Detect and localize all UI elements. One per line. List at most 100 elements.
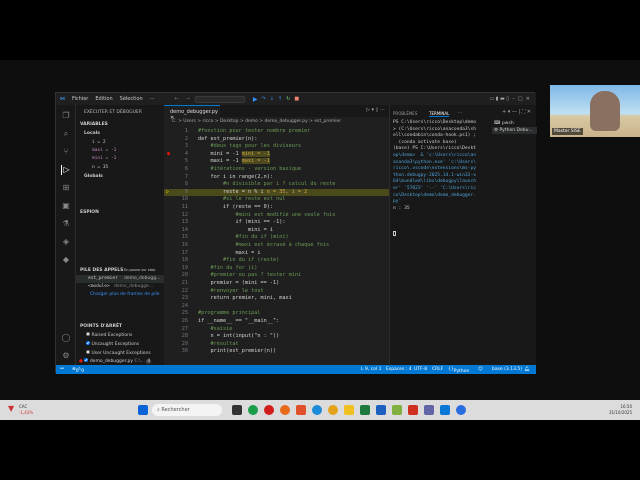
remote-icon[interactable]: ⚯: [60, 367, 64, 372]
eol[interactable]: CRLF: [432, 367, 443, 372]
terminal-item-pwsh[interactable]: ⌨ pwsh: [492, 120, 537, 127]
callstack-frame-selected[interactable]: est_premier demo_debugg...: [76, 275, 164, 283]
code-line[interactable]: 23 return premier, mini, maxi: [164, 295, 389, 303]
tab-problems[interactable]: PROBLÈMES: [393, 111, 417, 116]
encoding[interactable]: UTF-8: [414, 367, 427, 372]
menu-edition[interactable]: Edition: [95, 96, 112, 102]
code-line[interactable]: 18 #fin du if (reste): [164, 257, 389, 265]
code-line[interactable]: 17 maxi = i: [164, 250, 389, 258]
stock-widget-icon[interactable]: ▼: [8, 404, 14, 413]
watch-header[interactable]: ESPION: [80, 210, 99, 215]
copilot-icon[interactable]: ☺: [478, 367, 483, 372]
vscode-taskbar-icon[interactable]: [440, 405, 450, 415]
variable-i[interactable]: i = 2: [92, 140, 106, 145]
breakpoints-header[interactable]: POINTS D'ARRÊT: [80, 324, 122, 329]
command-center[interactable]: [194, 95, 245, 103]
code-line[interactable]: 22 #renvoyer le tout: [164, 288, 389, 296]
variable-mini[interactable]: mini = -1: [92, 156, 116, 161]
notepad-icon[interactable]: [392, 405, 402, 415]
start-windows-icon[interactable]: [138, 405, 148, 415]
clock-time[interactable]: 16:50: [620, 404, 632, 409]
nav-forward-icon[interactable]: →: [186, 96, 190, 102]
breadcrumb[interactable]: C: > Users > ricco > Desktop > demo > de…: [172, 119, 341, 124]
clock-date[interactable]: 31/10/2025: [609, 410, 632, 415]
excel-icon[interactable]: [360, 405, 370, 415]
load-more-frames-link[interactable]: Charger plus de frames de pile: [90, 292, 160, 297]
settings-gear-icon[interactable]: ⚙: [61, 351, 71, 361]
notifications-bell-icon[interactable]: 🔔︎: [524, 367, 530, 372]
remote-explorer-icon[interactable]: ▣: [61, 201, 71, 211]
terminal-output[interactable]: PS C:\Users\ricco\Desktop\demo > (C:\User…: [390, 120, 490, 240]
code-line[interactable]: 30 print(est_premier(n)): [164, 348, 389, 356]
checkbox[interactable]: [86, 332, 90, 336]
code-line[interactable]: 25 #programme principal: [164, 310, 389, 318]
code-line[interactable]: 26 if __name__ == "__main__":: [164, 318, 389, 326]
whatsapp-icon[interactable]: [248, 405, 258, 415]
tab-demo-debugger[interactable]: demo_debugger.py ✕: [164, 105, 220, 121]
code-line[interactable]: 13 if (mini == -1):: [164, 219, 389, 227]
brave-icon[interactable]: [296, 405, 306, 415]
checkbox[interactable]: [86, 341, 90, 345]
edge-icon[interactable]: [312, 405, 322, 415]
panel-actions[interactable]: + ▾ — | ⛶ ✕: [502, 109, 531, 115]
containers-icon[interactable]: ◈: [61, 237, 71, 247]
bp-file[interactable]: ● demo_debugger.py C:\... 4: [79, 358, 152, 364]
debug-restart-icon[interactable]: ↻: [286, 96, 290, 102]
debug-continue-icon[interactable]: ▶: [253, 96, 258, 103]
code-line[interactable]: 4 ● mini = -1 mini = -1: [164, 150, 389, 159]
code-line[interactable]: 12 #mini est modifié une seule fois: [164, 212, 389, 220]
panel-more[interactable]: ···: [458, 110, 462, 115]
nav-back-icon[interactable]: ←: [174, 96, 178, 102]
cursor-position[interactable]: L 9, col 1: [361, 367, 381, 372]
code-line[interactable]: 7 for i in range(2,n):: [164, 174, 389, 182]
teams-icon[interactable]: [424, 405, 434, 415]
code-line[interactable]: 1 #fonction pour tester nombre premier: [164, 128, 389, 136]
debug-step-out-icon[interactable]: ↑: [278, 96, 282, 102]
code-line[interactable]: 29 #résultat: [164, 341, 389, 349]
account-icon[interactable]: ◯: [61, 333, 71, 343]
taskbar-search[interactable]: ⌕ Rechercher: [152, 404, 222, 416]
firefox-icon[interactable]: [280, 405, 290, 415]
code-line[interactable]: 5 maxi = -1 maxi = -1: [164, 158, 389, 166]
task-view-icon[interactable]: [232, 405, 242, 415]
testing-icon[interactable]: ⚗: [61, 219, 71, 229]
globals-scope[interactable]: Globals: [84, 174, 103, 179]
extensions-icon[interactable]: ⊞: [61, 183, 71, 193]
debug-step-into-icon[interactable]: ↓: [270, 96, 274, 102]
frame-name[interactable]: <module>: [88, 284, 110, 289]
outlook-icon[interactable]: [376, 405, 386, 415]
search-icon[interactable]: ⌕: [61, 129, 71, 139]
terminal-item-python-debug[interactable]: ⚙ Python Debu...: [492, 127, 537, 134]
code-line[interactable]: 28 n = int(input("n : ")): [164, 333, 389, 341]
language-mode[interactable]: {} Python: [448, 367, 469, 374]
code-line[interactable]: 6 #itérations - version basique: [164, 166, 389, 174]
menu-more[interactable]: ···: [150, 96, 155, 102]
debug-step-over-icon[interactable]: ↷: [262, 96, 266, 102]
source-control-icon[interactable]: ⑂: [61, 147, 71, 157]
menu-fichier[interactable]: Fichier: [72, 96, 88, 102]
code-line[interactable]: 27 #saisie: [164, 326, 389, 334]
indentation[interactable]: Espaces : 4: [386, 367, 412, 372]
checkbox[interactable]: [86, 350, 90, 354]
acrobat-icon[interactable]: [408, 405, 418, 415]
explorer-icon[interactable]: ❐: [61, 111, 71, 121]
code-line[interactable]: 24: [164, 303, 389, 311]
tab-terminal[interactable]: TERMINAL: [429, 111, 450, 117]
file-explorer-icon[interactable]: [344, 405, 354, 415]
code-line[interactable]: 15 #fin du if (mini): [164, 234, 389, 242]
code-area[interactable]: 1 #fonction pour tester nombre premier 2 de…: [164, 128, 389, 365]
menu-selection[interactable]: Sélection: [120, 96, 143, 102]
checkbox[interactable]: [84, 358, 89, 362]
code-line[interactable]: 19 #fin du for (i): [164, 265, 389, 273]
variables-header[interactable]: VARIABLES: [80, 122, 108, 127]
opera-icon[interactable]: [264, 405, 274, 415]
problems-status[interactable]: ⊗ 0 ⚠ 0: [72, 367, 84, 374]
bp-uncaught-exceptions[interactable]: Uncaught Exceptions: [86, 341, 139, 347]
code-line[interactable]: 20 #premier ou pas ? tester mini: [164, 272, 389, 280]
zoom-icon[interactable]: [456, 405, 466, 415]
editor-actions[interactable]: ▷ ▾ ▯ ⋯: [366, 107, 385, 113]
code-line[interactable]: 11 if (reste == 0):: [164, 204, 389, 212]
debug-stop-icon[interactable]: ■: [294, 96, 299, 102]
variable-n[interactable]: n = 35: [92, 165, 108, 170]
code-line[interactable]: 10 #si le reste est nul: [164, 196, 389, 204]
